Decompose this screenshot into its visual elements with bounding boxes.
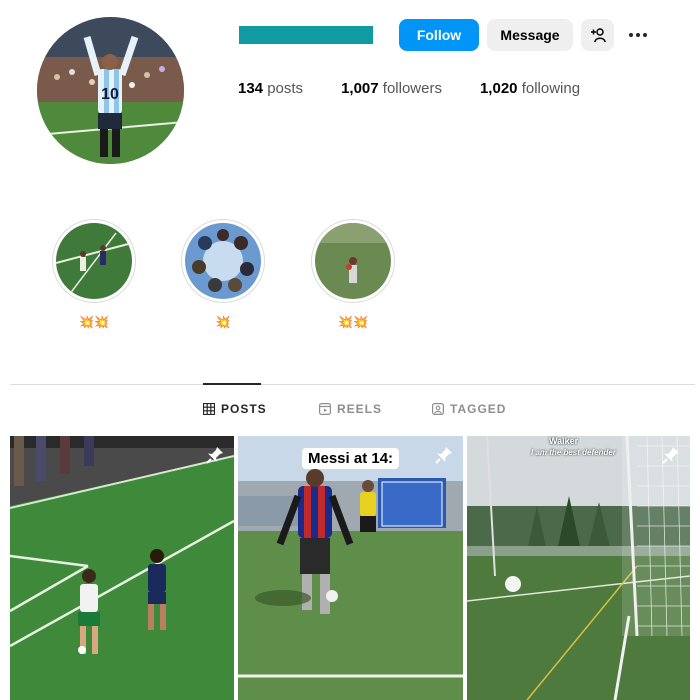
svg-text:10: 10 [101,86,119,103]
add-person-icon [590,28,606,43]
stat-followers[interactable]: 1,007 followers [341,80,442,97]
stat-count: 1,020 [479,80,518,97]
tab-label: REELS [337,402,383,416]
reels-icon [319,403,331,415]
story-highlight[interactable]: 💥💥 [52,219,136,329]
avatar-image: 10 [37,17,184,164]
post-tile[interactable]: Walker I am the best defender [467,436,690,700]
stat-label: posts [267,80,304,97]
pinned-icon [206,447,223,464]
username-redacted [239,26,373,44]
stat-count: 134 [238,80,264,97]
suggest-similar-button[interactable] [581,19,614,51]
stat-posts[interactable]: 134 posts [238,80,303,97]
tab-reels[interactable]: REELS [319,402,382,416]
active-tab-indicator [203,383,261,385]
post-image [467,436,690,700]
post-image [238,436,463,700]
stat-label: followers [382,80,442,97]
highlight-label: 💥💥 [79,315,109,329]
profile-avatar[interactable]: 10 [37,17,184,164]
stat-count: 1,007 [341,80,379,97]
post-image [10,436,234,700]
tab-label: POSTS [221,402,267,416]
post-caption: Walker [549,436,579,446]
pinned-icon [662,447,679,464]
post-caption: Messi at 14: [302,448,400,469]
story-highlight[interactable]: 💥💥 [311,219,395,329]
highlight-ring [52,219,136,303]
pinned-icon [435,447,452,464]
more-options-icon [629,33,647,37]
stat-following[interactable]: 1,020 following [480,80,580,97]
highlight-cover [56,223,132,299]
highlight-ring [311,219,395,303]
more-options-button[interactable] [622,19,654,51]
post-tile[interactable] [10,436,234,700]
profile-stats: 134 posts 1,007 followers 1,020 followin… [238,80,618,97]
highlight-cover [315,223,391,299]
tab-tagged[interactable]: TAGGED [432,402,506,416]
post-tile[interactable]: Messi at 14: [238,436,463,700]
tab-posts[interactable]: POSTS [203,402,267,416]
highlight-ring [181,219,265,303]
message-button[interactable]: Message [487,19,573,51]
highlight-label: 💥💥 [338,315,368,329]
tagged-icon [432,403,444,415]
tabs-divider [10,384,695,385]
story-highlight[interactable]: 💥 [181,219,265,329]
grid-icon [203,403,215,415]
post-subcaption: I am the best defender [531,448,616,457]
highlight-cover [185,223,261,299]
tab-label: TAGGED [450,402,507,416]
highlight-label: 💥 [215,315,231,329]
stat-label: following [521,80,581,97]
follow-button[interactable]: Follow [399,19,479,51]
